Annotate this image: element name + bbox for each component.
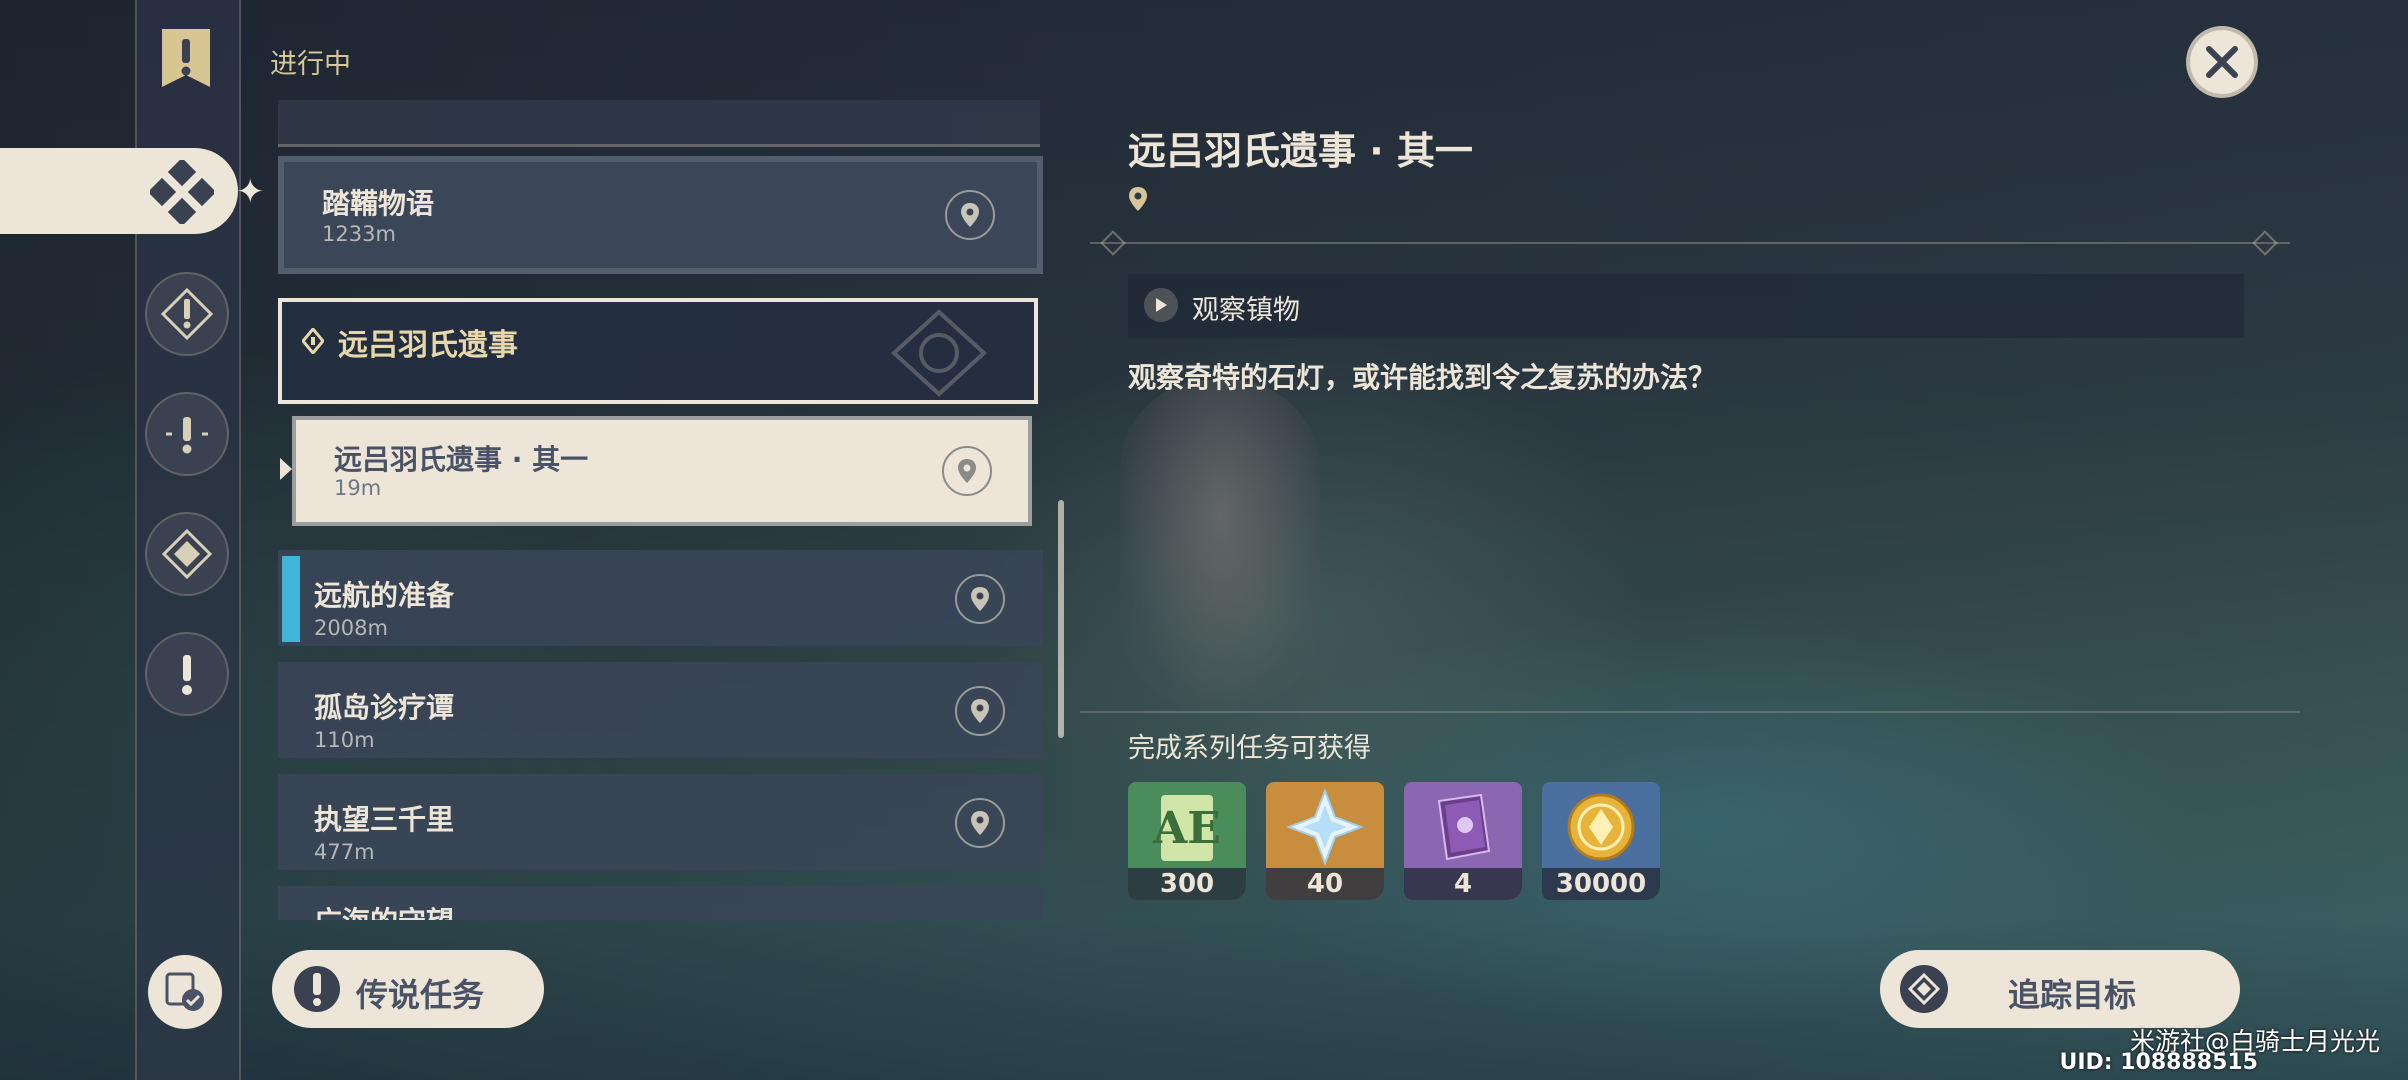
quest-list[interactable]: 踏鞴物语 1233m 远吕羽氏遗事 远吕羽氏遗事 · 其一 19m 远航的准备 …: [278, 100, 1044, 920]
commission-icon: [165, 972, 204, 1011]
svg-text:AE: AE: [1152, 803, 1221, 854]
quest-banner-icon: [158, 25, 214, 91]
rewards-title: 完成系列任务可获得: [1128, 733, 1371, 764]
quest-distance: 19m: [334, 476, 382, 500]
quest-item-voyage[interactable]: 远航的准备 2008m: [278, 550, 1043, 646]
quest-distance: 2008m: [314, 616, 388, 640]
quest-title: 执望三千里: [314, 803, 455, 836]
divider: [1080, 711, 2300, 713]
close-button[interactable]: [2186, 26, 2258, 98]
quest-item-sea[interactable]: 广海的守望: [278, 886, 1043, 920]
list-header: 进行中: [270, 49, 351, 80]
map-pin-icon[interactable]: [942, 446, 992, 496]
sidebar-tab-world[interactable]: [145, 512, 229, 596]
quest-distance: 110m: [314, 728, 375, 752]
group-emblem-icon: [891, 309, 987, 397]
quest-distance: 1233m: [322, 222, 396, 246]
track-target-label: 追踪目标: [2008, 976, 2137, 1014]
uid-text: UID: 108888515: [2059, 1050, 2258, 1075]
quest-item-clinic[interactable]: 孤岛诊疗谭 110m: [278, 662, 1043, 758]
divider: [1090, 242, 2290, 244]
reward-item[interactable]: 4: [1404, 782, 1522, 900]
map-pin-icon[interactable]: [955, 574, 1005, 624]
quest-item-thousand[interactable]: 执望三千里 477m: [278, 774, 1043, 870]
quest-description: 观察奇特的石灯，或许能找到令之复苏的办法？: [1128, 361, 1717, 394]
quest-title: 广海的守望: [314, 900, 454, 920]
quest-distance: 477m: [314, 840, 375, 864]
quest-title: 孤岛诊疗谭: [314, 691, 455, 724]
tracked-indicator: [282, 556, 300, 642]
track-target-button[interactable]: 追踪目标: [1880, 950, 2240, 1028]
mora-icon: [1542, 782, 1660, 872]
track-diamond-icon: [1900, 965, 1948, 1013]
story-quest-icon: [166, 417, 208, 454]
quest-group-header[interactable]: 远吕羽氏遗事: [278, 298, 1038, 404]
legend-quest-label: 传说任务: [356, 976, 485, 1014]
reward-count: 30000: [1542, 868, 1660, 900]
quest-title: 踏鞴物语: [322, 187, 435, 220]
reward-item[interactable]: 40: [1266, 782, 1384, 900]
quest-title: 远吕羽氏遗事 · 其一: [334, 443, 589, 476]
list-scrollbar[interactable]: [1058, 500, 1064, 738]
sidebar-tab-legend[interactable]: [145, 632, 229, 716]
all-quests-icon: [150, 160, 214, 224]
quest-title: 远航的准备: [314, 579, 455, 612]
quest-item-tatara[interactable]: 踏鞴物语 1233m: [278, 156, 1043, 274]
objective-arrow-icon: [1144, 288, 1178, 322]
reward-item[interactable]: AE 300: [1128, 782, 1246, 900]
legend-quest-small-icon: [302, 328, 324, 354]
commission-button[interactable]: [148, 955, 222, 1029]
world-quest-icon: [161, 528, 213, 580]
reward-count: 40: [1266, 868, 1384, 900]
legend-quest-icon: [182, 655, 192, 695]
sidebar-tab-archon[interactable]: [145, 272, 229, 356]
map-pin-icon[interactable]: [955, 686, 1005, 736]
close-icon: [2206, 46, 2238, 78]
location-pin-icon[interactable]: [1128, 186, 1148, 216]
sidebar-tab-story[interactable]: [145, 392, 229, 476]
group-title: 远吕羽氏遗事: [338, 328, 518, 363]
sidebar-tab-all[interactable]: [0, 148, 238, 234]
selected-arrow-icon: [280, 458, 292, 480]
archon-quest-icon: [160, 287, 214, 341]
objective-row: 观察镇物: [1128, 274, 2244, 338]
adventure-exp-icon: AE: [1128, 782, 1246, 872]
primogem-icon: [1266, 782, 1384, 872]
selected-sparkle-icon: ✦: [236, 172, 265, 212]
reward-count: 4: [1404, 868, 1522, 900]
map-pin-icon[interactable]: [955, 798, 1005, 848]
legend-quest-button[interactable]: 传说任务: [272, 950, 544, 1028]
quest-item-selected[interactable]: 远吕羽氏遗事 · 其一 19m: [292, 416, 1032, 526]
list-item[interactable]: [278, 100, 1040, 147]
objective-text: 观察镇物: [1192, 295, 1300, 326]
reward-count: 300: [1128, 868, 1246, 900]
legend-quest-icon: [294, 966, 340, 1012]
heros-wit-icon: [1404, 782, 1522, 872]
map-pin-icon[interactable]: [945, 190, 995, 240]
quest-detail-title: 远吕羽氏遗事 · 其一: [1128, 129, 1473, 173]
reward-item[interactable]: 30000: [1542, 782, 1660, 900]
